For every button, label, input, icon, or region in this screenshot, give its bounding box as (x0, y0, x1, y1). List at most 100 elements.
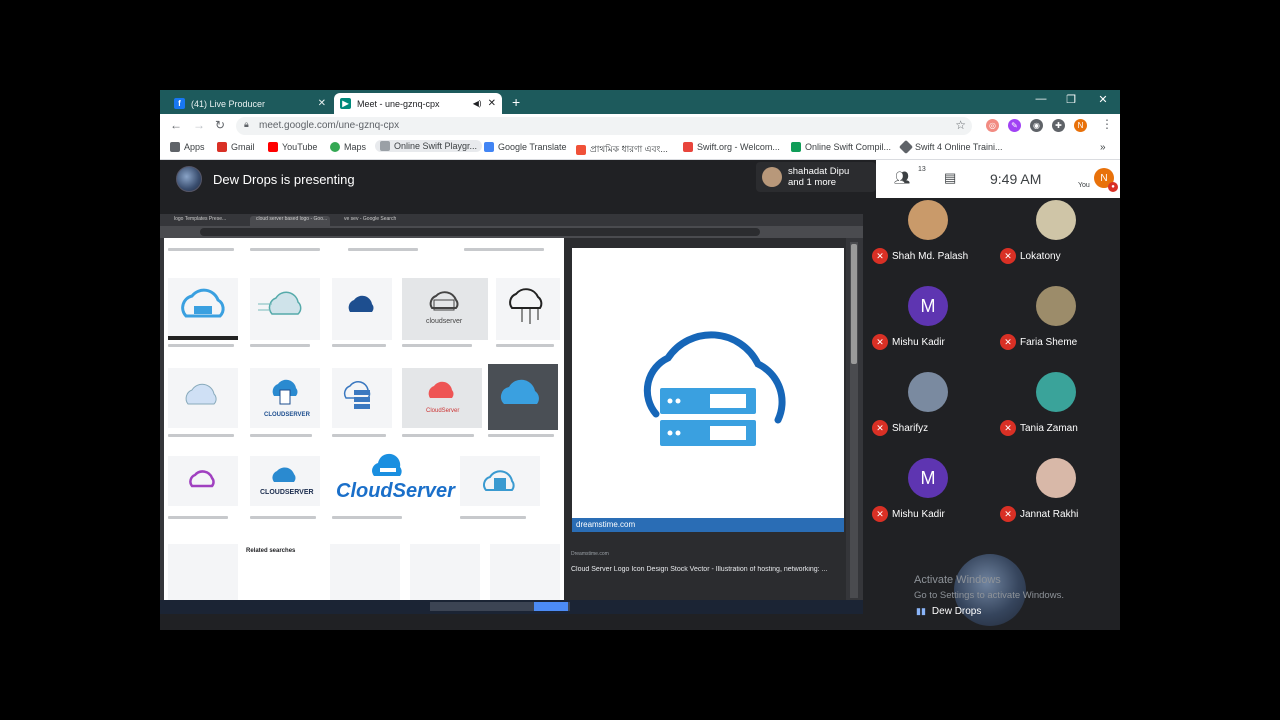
star-icon[interactable]: ☆ (955, 118, 966, 132)
bookmark-bangla[interactable]: প্রাথমিক ধারণা এবং... (576, 142, 668, 157)
minimize-button[interactable]: — (1026, 93, 1056, 105)
bookmark-swift-playground[interactable]: Online Swift Playgr... (375, 140, 483, 152)
chat-icon[interactable]: ▤ (944, 170, 956, 186)
tab-meet[interactable]: ▶ Meet - une-gznq-cpx ◀) ✕ (334, 93, 502, 114)
back-button[interactable]: ← (170, 118, 182, 132)
result-thumb (460, 456, 540, 506)
presenter-banner: Dew Drops is presenting (176, 166, 355, 192)
mic-off-icon: ✕ (1000, 248, 1016, 264)
participant-name: Lokatony (1020, 251, 1061, 262)
bookmark-google-translate[interactable]: Google Translate (484, 142, 567, 152)
avatar (908, 372, 948, 412)
apps-icon (170, 142, 180, 152)
forward-button[interactable]: → (193, 118, 205, 132)
result-thumb (332, 278, 392, 340)
close-icon[interactable]: ✕ (318, 98, 326, 109)
meet-area: Dew Drops is presenting shahadat Dipu an… (160, 160, 1120, 630)
result-thumb (168, 544, 238, 600)
speaker-icon[interactable]: ◀) (473, 99, 482, 108)
extension-icon[interactable]: ◎ (986, 119, 999, 132)
avatar: M (908, 286, 948, 326)
shared-tab: ve sev - Google Search (344, 216, 397, 222)
result-thumb-cloudserver: CloudServer (330, 450, 455, 512)
participant-tile[interactable]: ✕ Tania Zaman (992, 370, 1120, 456)
cloud-icon (348, 295, 374, 312)
result-thumb (168, 278, 238, 340)
svg-text:CloudServer: CloudServer (426, 408, 459, 414)
shared-taskbar (160, 600, 863, 614)
reload-button[interactable]: ↻ (215, 118, 225, 132)
muted-indicator-icon: ● (1108, 182, 1118, 192)
camera-icon[interactable]: ◉ (1030, 119, 1043, 132)
result-thumb (496, 278, 560, 340)
server-stack-icon (343, 381, 371, 409)
preview-image: dreamstime.com (572, 248, 844, 532)
speaker-more: and 1 more (788, 177, 837, 188)
participant-name: Faria Sheme (1020, 337, 1078, 348)
mic-off-icon: ✕ (872, 334, 888, 350)
menu-icon[interactable]: ⋮ (1101, 117, 1113, 131)
bookmark-swift-compiler[interactable]: Online Swift Compil... (791, 142, 891, 152)
cloud-icon (483, 470, 515, 491)
meet-icon: ▶ (340, 98, 351, 109)
self-tile-name: ▮▮ Dew Drops (916, 606, 982, 617)
restore-button[interactable]: ❐ (1056, 93, 1086, 106)
image-results-grid: cloudserver CLOUDSERVER CloudServer CLOU… (164, 238, 564, 600)
participant-name: Shah Md. Palash (892, 251, 969, 262)
puzzle-icon[interactable]: ✚ (1052, 119, 1065, 132)
participant-tile[interactable]: ✕ Shah Md. Palash (864, 198, 992, 284)
bookmark-apps[interactable]: Apps (170, 142, 205, 152)
result-thumb (168, 368, 238, 428)
participant-tile[interactable]: ✕ Jannat Rakhi (992, 456, 1120, 542)
participant-tile[interactable]: ✕ Lokatony (992, 198, 1120, 284)
avatar (1036, 458, 1076, 498)
bookmark-maps[interactable]: Maps (330, 142, 366, 152)
gmail-icon (217, 142, 227, 152)
tab-strip: f (41) Live Producer ✕ ▶ Meet - une-gznq… (160, 90, 1120, 114)
bookmark-swift-org[interactable]: Swift.org - Welcom... (683, 142, 780, 152)
participant-tile[interactable]: ✕ Sharifyz (864, 370, 992, 456)
presenter-avatar (176, 166, 202, 192)
shared-scrollbar (850, 242, 858, 598)
tab-title: (41) Live Producer (191, 98, 266, 109)
maps-icon (330, 142, 340, 152)
translate-icon (484, 142, 494, 152)
address-bar[interactable]: 🔒︎ meet.google.com/une-gznq-cpx ☆ (236, 117, 972, 135)
more-bookmarks-icon[interactable]: » (1100, 142, 1106, 153)
tab-live-producer[interactable]: f (41) Live Producer ✕ (168, 93, 332, 114)
avatar (1036, 372, 1076, 412)
you-label: You (1078, 182, 1090, 189)
cloud-icon (500, 379, 539, 404)
svg-text:cloudserver: cloudserver (426, 318, 463, 325)
cloud-icon (185, 383, 217, 405)
bookmark-youtube[interactable]: YouTube (268, 142, 317, 152)
result-thumb (332, 368, 392, 428)
result-thumb (168, 456, 238, 506)
people-icon[interactable]: 👥︎ (894, 170, 911, 186)
participant-tile[interactable]: M ✕ Mishu Kadir (864, 284, 992, 370)
participant-name: Jannat Rakhi (1020, 509, 1079, 520)
watermark-bar: dreamstime.com (572, 518, 844, 532)
participant-tile[interactable]: M ✕ Mishu Kadir (864, 456, 992, 542)
participant-name: Tania Zaman (1020, 423, 1078, 434)
bookmark-swift-training[interactable]: Swift 4 Online Traini... (898, 139, 1003, 155)
participant-count: 13 (918, 166, 926, 173)
cloudserver-text: CloudServer (336, 480, 455, 502)
window-close-button[interactable]: ✕ (1088, 93, 1118, 106)
image-preview-panel: dreamstime.com Dreamstime.com Cloud Serv… (564, 238, 846, 600)
cloud-icon (258, 291, 302, 315)
profile-avatar[interactable]: N (1074, 119, 1087, 132)
participant-name: Mishu Kadir (892, 337, 945, 348)
bookmark-gmail[interactable]: Gmail (217, 142, 255, 152)
cloud-icon: CLOUDSERVER (260, 467, 314, 496)
participant-tile[interactable]: ✕ Faria Sheme (992, 284, 1120, 370)
pen-icon[interactable]: ✎ (1008, 119, 1021, 132)
shared-tab-strip: logo Templates Prese... cloud server bas… (160, 214, 863, 226)
new-tab-button[interactable]: + (512, 94, 520, 110)
active-speaker-box[interactable]: shahadat Dipu and 1 more (756, 162, 876, 192)
result-thumb (250, 278, 320, 340)
mic-off-icon: ✕ (1000, 506, 1016, 522)
mic-off-icon: ✕ (872, 248, 888, 264)
swift-org-icon (683, 142, 693, 152)
close-icon[interactable]: ✕ (488, 98, 496, 109)
